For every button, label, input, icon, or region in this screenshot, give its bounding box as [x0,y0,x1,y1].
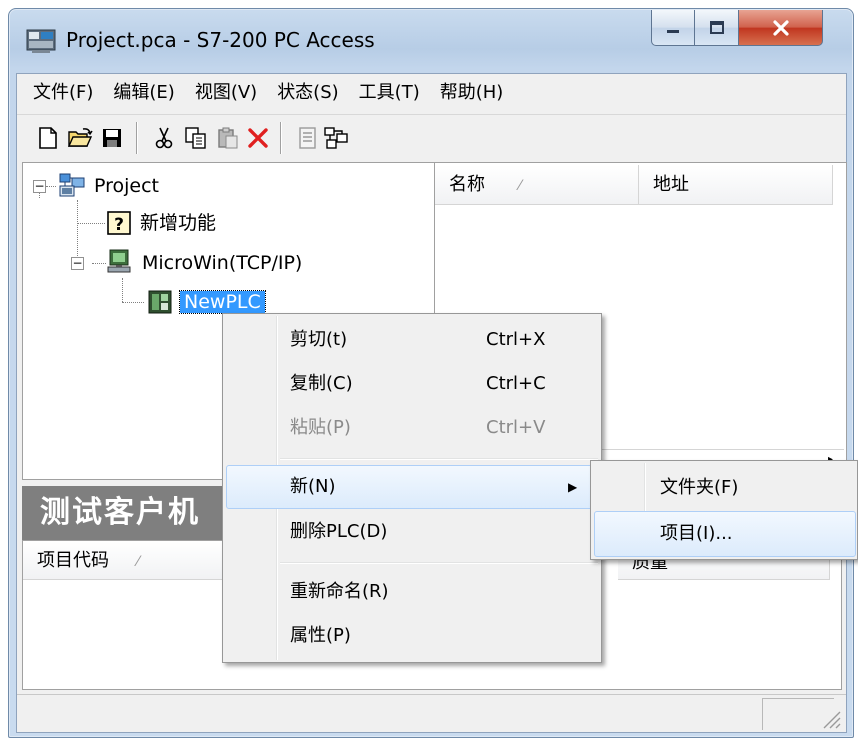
project-icon [58,172,86,198]
tree-node-new-features[interactable]: 新增功能 [140,207,216,239]
app-icon [26,28,56,54]
copy-icon [185,127,206,149]
tree-line [122,302,144,303]
tree-line [92,263,106,264]
ctx-cut-shortcut: Ctrl+X [486,329,546,350]
menu-file[interactable]: 文件(F) [23,78,103,108]
column-header-address[interactable]: 地址 [639,165,833,205]
toolbar-separator [136,122,138,154]
new-file-icon [39,127,57,149]
tree-line [122,278,123,302]
tree-line [46,186,56,187]
properties-icon [299,127,316,149]
minimize-button[interactable] [651,10,695,46]
sort-indicator-icon: ⁄ [136,554,140,570]
save-button[interactable] [98,124,126,152]
properties-button[interactable] [294,124,322,152]
sort-indicator-icon: ⁄ [518,178,522,194]
tree-node-microwin[interactable]: MicroWin(TCP/IP) [142,247,302,279]
delete-button[interactable] [244,124,272,152]
submenu-folder[interactable]: 文件夹(F) [660,466,738,510]
ctx-cut[interactable]: 剪切(t) [290,318,347,362]
copy-button[interactable] [182,124,210,152]
open-button[interactable] [66,124,94,152]
save-icon [103,129,121,147]
tree-expander-project[interactable]: − [33,180,46,193]
delete-icon [248,128,268,148]
network-button[interactable] [322,124,350,152]
computer-icon [106,248,134,276]
help-question-icon: ? [106,210,132,236]
menu-edit[interactable]: 编辑(E) [103,78,184,108]
open-folder-icon [67,128,93,147]
maximize-icon [709,20,724,34]
cut-button[interactable] [150,124,178,152]
paste-icon [218,127,238,149]
svg-text:?: ? [114,215,124,235]
ctx-separator [280,458,598,460]
toolbar-separator [280,122,282,154]
paste-button[interactable] [214,124,242,152]
ctx-separator [280,562,598,564]
minimize-icon [667,29,679,33]
submenu-item[interactable]: 项目(I)... [660,512,733,556]
ctx-properties[interactable]: 属性(P) [290,614,351,658]
column-header-name-label: 名称 [449,174,485,195]
ctx-copy-shortcut: Ctrl+C [486,373,546,394]
submenu-arrow-icon: ▶ [568,480,578,494]
column-header-item-code-label: 项目代码 [37,550,109,571]
tree-expander-microwin[interactable]: − [71,257,84,270]
ctx-paste-shortcut: Ctrl+V [486,417,546,438]
status-bar [17,694,846,732]
menu-view[interactable]: 视图(V) [185,78,267,108]
column-header-name[interactable]: 名称 ⁄ [435,165,639,205]
resize-grip-icon[interactable] [818,706,842,730]
plc-icon [146,288,174,316]
ctx-copy[interactable]: 复制(C) [290,362,353,406]
maximize-button[interactable] [695,10,739,46]
window-title: Project.pca - S7-200 PC Access [66,28,375,52]
tree-line [77,223,105,224]
cut-icon [155,127,173,149]
column-header-item-code[interactable]: 项目代码 ⁄ [23,542,233,580]
tree-node-project[interactable]: Project [94,170,159,202]
close-button[interactable] [739,10,823,46]
menu-help[interactable]: 帮助(H) [430,78,514,108]
ctx-rename[interactable]: 重新命名(R) [290,570,389,614]
menu-tools[interactable]: 工具(T) [349,78,430,108]
ctx-paste[interactable]: 粘贴(P) [290,406,351,450]
ctx-new[interactable]: 新(N) [290,465,336,509]
network-icon [324,127,348,149]
ctx-delete-plc[interactable]: 删除PLC(D) [290,510,387,554]
toolbar [17,114,846,162]
close-icon [772,19,789,36]
tree-node-newplc[interactable]: NewPLC [179,290,266,314]
menu-bar: 文件(F) 编辑(E) 视图(V) 状态(S) 工具(T) 帮助(H) [17,74,846,112]
context-menu-highlight [226,465,598,509]
new-file-button[interactable] [34,124,62,152]
menu-status[interactable]: 状态(S) [267,78,348,108]
